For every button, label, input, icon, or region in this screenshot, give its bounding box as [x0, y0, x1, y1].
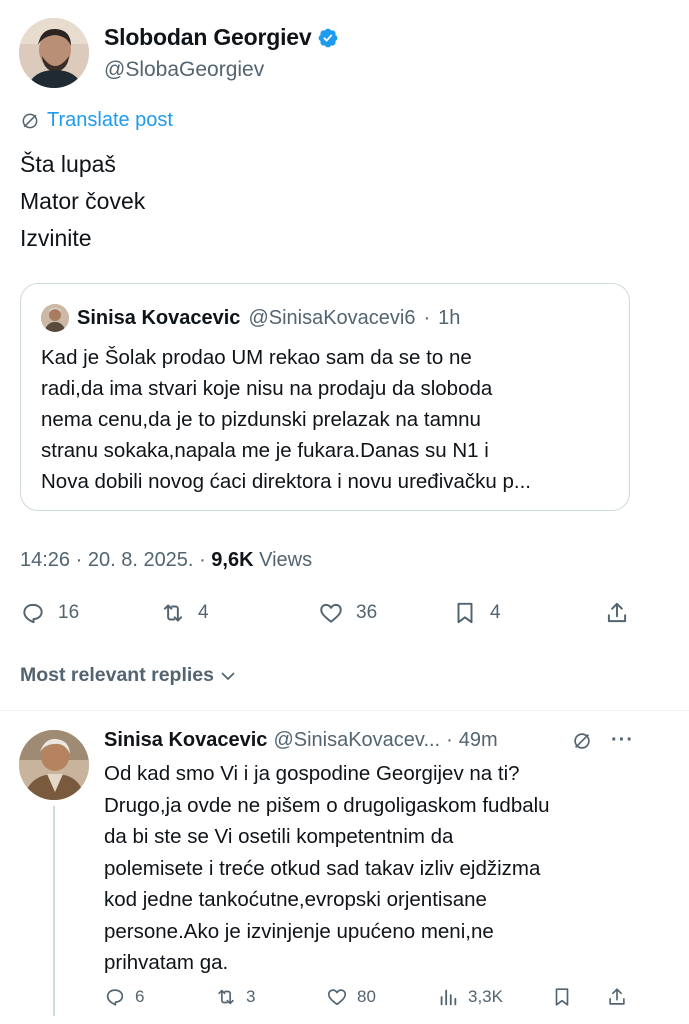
quoted-post-text: Kad je Šolak prodao UM rekao sam da se t… — [41, 342, 621, 497]
reply-text-line: polemisete i treće otkud sad takav izliv… — [104, 856, 541, 880]
like-icon — [327, 989, 347, 1006]
post-text: Šta lupaš Mator čovek Izvinite — [20, 146, 145, 257]
share-icon — [607, 602, 627, 623]
reply-action-bar: 6 3 80 3,3K — [104, 983, 632, 1011]
like-button[interactable]: 36 — [318, 600, 452, 626]
post-text-line: Izvinite — [20, 225, 92, 251]
reply-text-line: Od kad smo Vi i ja gospodine Georgijev n… — [104, 762, 520, 785]
quoted-author-name: Sinisa Kovacevic — [77, 306, 241, 329]
bookmark-icon — [457, 602, 473, 624]
like-icon — [320, 603, 342, 623]
reply-text-line: da bi ste se Vi osetili kompetentnim da — [104, 825, 454, 848]
views-icon — [440, 989, 457, 1006]
quoted-post-time: 1h — [438, 306, 461, 329]
meta-separator: · — [199, 549, 212, 571]
quoted-text-line: nema cenu,da je to pizdunski prelazak na… — [41, 408, 481, 431]
reply-like-count: 80 — [357, 987, 376, 1006]
post-meta: 14:26 · 20. 8. 2025. · 9,6K Views — [20, 549, 312, 572]
reply-text-line: kod jedne tankoćutne,evropski orjentisan… — [104, 888, 487, 911]
like-count: 36 — [356, 602, 378, 623]
author-name-text: Slobodan Georgiev — [104, 24, 312, 50]
quoted-author-avatar[interactable] — [41, 304, 69, 332]
reply-icon — [106, 989, 124, 1006]
verified-badge-icon — [319, 28, 338, 47]
author-avatar[interactable] — [19, 18, 89, 88]
views-label: Views — [259, 549, 313, 571]
grok-icon[interactable] — [571, 730, 593, 752]
translate-post-label: Translate post — [47, 109, 173, 131]
post-text-line: Mator čovek — [20, 188, 146, 214]
chevron-down-icon — [221, 672, 235, 680]
reply-author-handle[interactable]: @SinisaKovacev... — [273, 729, 440, 752]
separator-dot: · — [446, 729, 453, 751]
quoted-text-line: stranu sokaka,napala me je fukara.Danas … — [41, 439, 489, 462]
share-button[interactable] — [604, 600, 630, 626]
views-count: 9,6K — [211, 549, 254, 571]
bookmark-count: 4 — [490, 602, 501, 623]
reply-text-line: persone.Ako je izvinjenje upućeno meni,n… — [104, 919, 494, 943]
repost-count: 4 — [198, 602, 209, 623]
reply-sort-label: Most relevant replies — [20, 664, 214, 686]
author-handle[interactable]: @SlobaGeorgiev — [104, 58, 264, 82]
reply-views-button[interactable]: 3,3K — [437, 986, 551, 1008]
quoted-text-line: radi,da ima stvari koje nisu na prodaju … — [41, 377, 493, 400]
translate-icon — [22, 113, 38, 128]
reply-author-avatar[interactable] — [19, 730, 89, 800]
post-text-line: Šta lupaš — [20, 151, 116, 177]
reply-reply-count: 6 — [135, 987, 145, 1006]
thread-line — [53, 806, 55, 1016]
reply-icon — [23, 603, 43, 624]
quoted-text-line: Nova dobili novog ćaci direktora i novu … — [41, 470, 531, 493]
quoted-text-line: Kad je Šolak prodao UM rekao sam da se t… — [41, 346, 472, 369]
bookmark-button[interactable]: 4 — [452, 600, 604, 626]
reply-sort-dropdown[interactable]: Most relevant replies — [20, 664, 236, 687]
post-time[interactable]: 14:26 — [20, 549, 70, 571]
repost-icon — [218, 989, 234, 1005]
reply-author-name[interactable]: Sinisa Kovacevic — [104, 729, 267, 752]
more-icon[interactable]: ··· — [611, 729, 634, 752]
reply-reply-button[interactable]: 6 — [104, 986, 215, 1008]
meta-separator: · — [75, 549, 88, 571]
reply-header: Sinisa Kovacevic @SinisaKovacev... · 49m… — [104, 729, 634, 752]
reply-count: 16 — [58, 602, 80, 623]
reply-text-line: prihvatam ga. — [104, 951, 229, 974]
reply-button[interactable]: 16 — [20, 600, 160, 626]
reply-bookmark-button[interactable] — [551, 986, 606, 1008]
author-name[interactable]: Slobodan Georgiev — [104, 24, 339, 51]
reply-time[interactable]: 49m — [459, 729, 498, 752]
share-icon — [609, 988, 625, 1005]
divider — [0, 710, 689, 711]
reply-repost-button[interactable]: 3 — [215, 986, 326, 1008]
quoted-post[interactable]: Sinisa Kovacevic @SinisaKovacevi6 · 1h K… — [20, 283, 630, 511]
post-detail-page: Slobodan Georgiev @SlobaGeorgiev Transla… — [0, 0, 689, 1024]
translate-post-link[interactable]: Translate post — [20, 109, 173, 132]
repost-button[interactable]: 4 — [160, 600, 318, 626]
reply-text-line: Drugo,ja ovde ne pišem o drugoligaskom f… — [104, 793, 550, 817]
reply-like-button[interactable]: 80 — [326, 986, 437, 1008]
repost-icon — [163, 604, 183, 622]
reply-repost-count: 3 — [246, 987, 256, 1006]
reply-share-button[interactable] — [606, 986, 628, 1008]
post-date[interactable]: 20. 8. 2025. — [88, 549, 194, 571]
reply-text: Od kad smo Vi i ja gospodine Georgijev n… — [104, 758, 644, 979]
post-action-bar: 16 4 36 4 — [20, 598, 632, 628]
quoted-post-header: Sinisa Kovacevic @SinisaKovacevi6 · 1h — [41, 304, 460, 332]
bookmark-icon — [555, 988, 569, 1006]
reply-views-count: 3,3K — [468, 987, 503, 1006]
quoted-author-handle: @SinisaKovacevi6 — [248, 306, 416, 329]
separator-dot: · — [423, 306, 431, 329]
